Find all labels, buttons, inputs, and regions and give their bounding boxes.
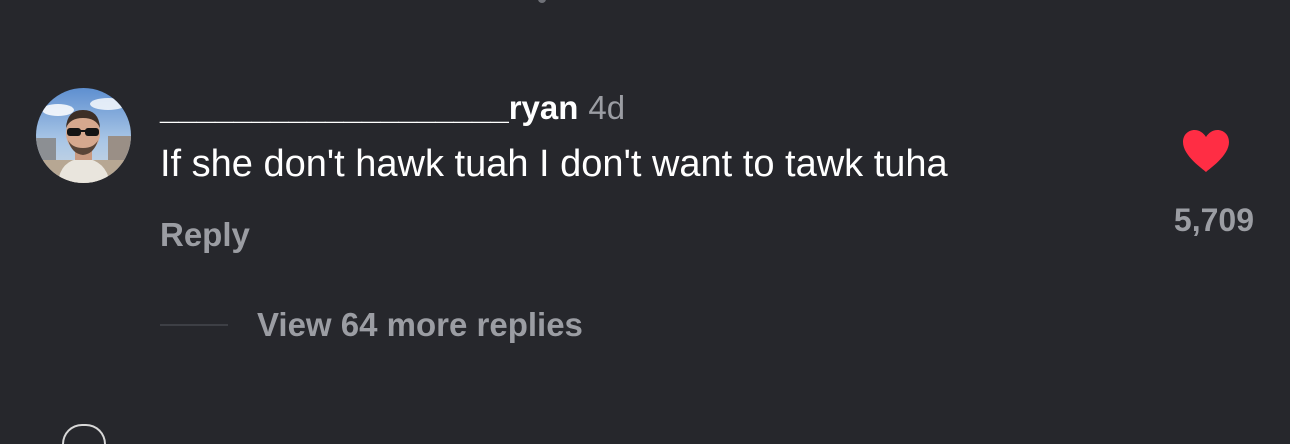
- comment-header: ___________________ryan 4d: [160, 84, 625, 128]
- timestamp: 4d: [588, 89, 626, 126]
- avatar-photo: [36, 88, 131, 183]
- like-button[interactable]: [1181, 128, 1231, 174]
- replies-divider: [160, 324, 228, 326]
- heart-filled-icon: [1183, 130, 1229, 172]
- reply-button[interactable]: Reply: [160, 213, 250, 257]
- username[interactable]: ___________________ryan: [160, 88, 578, 128]
- comment-text: If she don't hawk tuah I don't want to t…: [160, 143, 948, 185]
- comment-item: ___________________ryan 4d If she don't …: [0, 0, 1290, 429]
- like-count: 5,709: [1173, 202, 1254, 238]
- view-more-replies-button[interactable]: View 64 more replies: [257, 303, 583, 347]
- avatar[interactable]: [36, 88, 131, 183]
